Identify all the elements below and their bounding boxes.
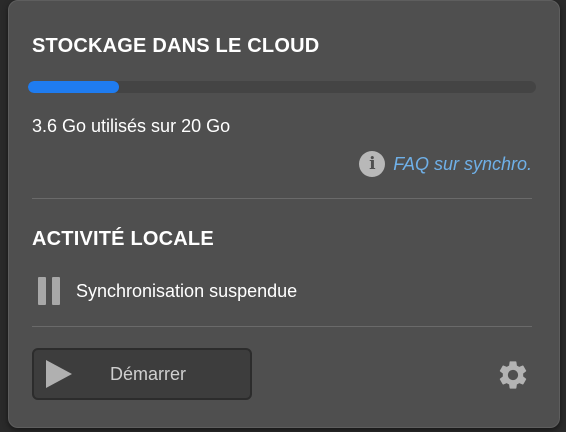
divider bbox=[32, 198, 532, 199]
local-activity-title: ACTIVITÉ LOCALE bbox=[32, 228, 214, 250]
pause-icon bbox=[38, 277, 62, 305]
divider bbox=[32, 326, 532, 327]
sync-status-row: Synchronisation suspendue bbox=[38, 277, 297, 305]
cloud-storage-title: STOCKAGE DANS LE CLOUD bbox=[32, 35, 320, 57]
storage-progress-bar bbox=[28, 81, 536, 93]
gear-icon[interactable] bbox=[496, 358, 530, 392]
storage-progress-fill bbox=[28, 81, 120, 93]
faq-sync-link-row[interactable]: i FAQ sur synchro. bbox=[359, 151, 532, 177]
info-icon[interactable]: i bbox=[359, 151, 386, 177]
storage-usage-text: 3.6 Go utilisés sur 20 Go bbox=[32, 116, 231, 136]
faq-sync-link[interactable]: FAQ sur synchro. bbox=[393, 154, 532, 175]
start-sync-button[interactable]: Démarrer bbox=[32, 348, 252, 400]
cloud-sync-panel: STOCKAGE DANS LE CLOUD 3.6 Go utilisés s… bbox=[8, 0, 560, 428]
start-button-label: Démarrer bbox=[109, 363, 186, 384]
sync-status-text: Synchronisation suspendue bbox=[76, 280, 298, 301]
play-icon bbox=[46, 360, 72, 388]
